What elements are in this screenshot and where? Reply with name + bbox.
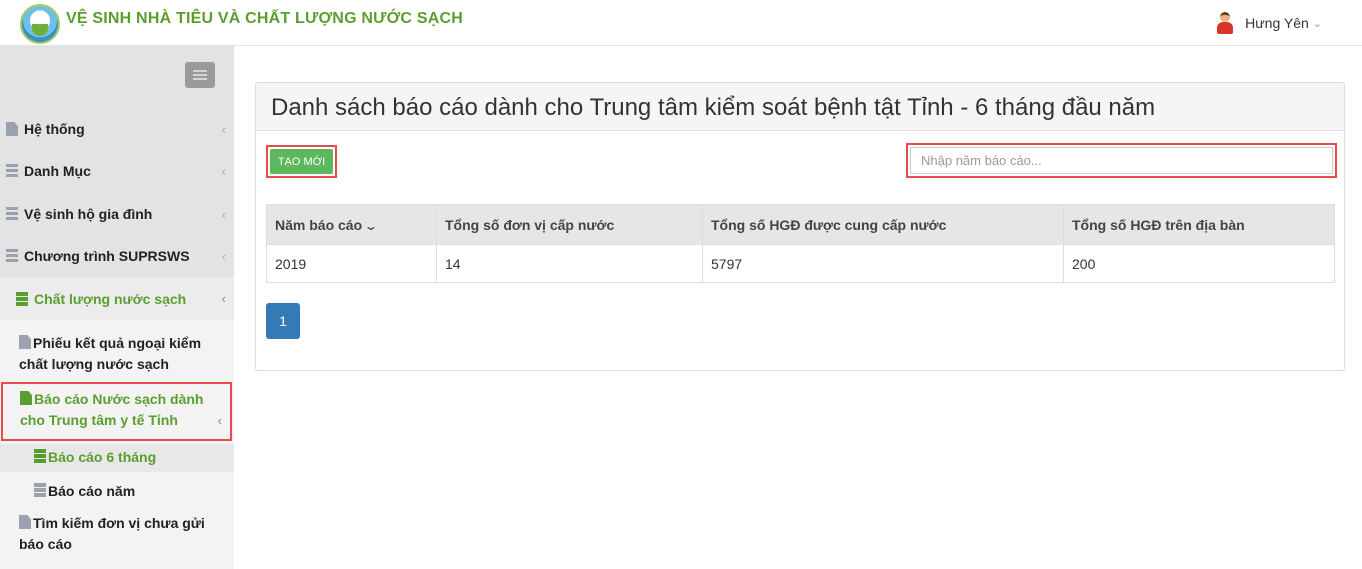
- sidebar-item-chat-luong-nuoc-sach[interactable]: Chất lượng nước sạch ‹: [0, 277, 234, 320]
- cell-households-total: 200: [1063, 244, 1335, 283]
- file-icon: [6, 122, 18, 136]
- page-title: Danh sách báo cáo dành cho Trung tâm kiể…: [271, 94, 1156, 121]
- table-row[interactable]: 2019 14 5797 200: [266, 244, 1335, 283]
- submenu-item-tim-kiem-don-vi[interactable]: Tìm kiếm đơn vị chưa gửi báo cáo: [0, 513, 234, 555]
- report-list-panel: Danh sách báo cáo dành cho Trung tâm kiể…: [255, 82, 1345, 371]
- submenu-item-phieu-ket-qua[interactable]: Phiếu kết quả ngoại kiểm chất lượng nước…: [0, 333, 234, 375]
- top-header: VỆ SINH NHÀ TIÊU VÀ CHẤT LƯỢNG NƯỚC SẠCH…: [0, 0, 1362, 46]
- submenu-item-label: Phiếu kết quả ngoại kiểm chất lượng nước…: [19, 335, 202, 372]
- sidebar-item-label: Chất lượng nước sạch: [34, 290, 187, 307]
- list-icon: [6, 207, 18, 221]
- sidebar-item-label: Vệ sinh hộ gia đình: [24, 206, 153, 222]
- chevron-left-icon: ‹: [221, 291, 226, 306]
- submenu-item-bao-cao-6-thang[interactable]: Báo cáo 6 tháng: [0, 444, 234, 472]
- submenu-item-label: Báo cáo 6 tháng: [48, 449, 157, 465]
- search-box-highlight: [906, 143, 1337, 178]
- cell-water-units: 14: [436, 244, 703, 283]
- chevron-left-icon: ‹: [221, 121, 226, 137]
- sidebar-item-label: Chương trình SUPRSWS: [24, 248, 190, 264]
- app-title: VỆ SINH NHÀ TIÊU VÀ CHẤT LƯỢNG NƯỚC SẠCH: [66, 10, 463, 27]
- server-icon: [16, 291, 28, 306]
- user-name: Hưng Yên: [1245, 15, 1309, 31]
- server-icon: [34, 483, 46, 497]
- sidebar-item-label: Hệ thống: [24, 121, 85, 137]
- list-icon: [6, 164, 18, 178]
- user-avatar-icon: [1215, 12, 1235, 34]
- chevron-down-icon: ⌄: [1312, 17, 1322, 30]
- column-header-report-year[interactable]: Năm báo cáo ⌄: [266, 204, 437, 245]
- submenu-item-label: Tìm kiếm đơn vị chưa gửi báo cáo: [19, 515, 205, 552]
- submenu-item-bao-cao-nuoc-sach[interactable]: Báo cáo Nước sạch dành cho Trung tâm y t…: [1, 382, 232, 441]
- create-new-button[interactable]: TẠO MỚI: [270, 149, 333, 174]
- sidebar-item-ve-sinh-ho-gia-dinh[interactable]: Vệ sinh hộ gia đình ‹: [0, 203, 234, 225]
- file-icon: [19, 515, 31, 529]
- sidebar-item-danh-muc[interactable]: Danh Mục ‹: [0, 160, 234, 182]
- logo-icon: [20, 4, 60, 44]
- report-table: Năm báo cáo ⌄ Tổng số đơn vị cấp nước Tổn…: [266, 204, 1335, 283]
- chevron-left-icon: ‹: [221, 206, 226, 222]
- file-icon: [19, 335, 31, 349]
- sidebar-item-chuong-trinh-suprsws[interactable]: Chương trình SUPRSWS ‹: [0, 245, 234, 267]
- chevron-left-icon: ‹: [221, 248, 226, 264]
- server-icon: [34, 449, 46, 463]
- file-icon: [20, 391, 32, 405]
- sidebar: Hệ thống ‹ Danh Mục ‹ Vệ sinh hộ gia đìn…: [0, 46, 234, 569]
- table-header-row: Năm báo cáo ⌄ Tổng số đơn vị cấp nước Tổn…: [266, 204, 1335, 245]
- sidebar-toggle-button[interactable]: [185, 62, 215, 88]
- panel-header: Danh sách báo cáo dành cho Trung tâm kiể…: [256, 83, 1344, 131]
- cell-report-year: 2019: [266, 244, 437, 283]
- list-icon: [6, 249, 18, 263]
- column-header-households-supplied: Tổng số HGĐ được cung cấp nước: [702, 204, 1064, 245]
- chevron-left-icon: ‹: [217, 413, 222, 428]
- sidebar-item-label: Danh Mục: [24, 163, 91, 179]
- pagination-page-button[interactable]: 1: [266, 303, 300, 339]
- submenu-item-label: Báo cáo năm: [48, 483, 136, 499]
- user-menu[interactable]: Hưng Yên ⌄: [1215, 12, 1322, 34]
- column-header-households-total: Tổng số HGĐ trên địa bàn: [1063, 204, 1335, 245]
- chevron-left-icon: ‹: [221, 163, 226, 179]
- sidebar-item-he-thong[interactable]: Hệ thống ‹: [0, 118, 234, 140]
- create-new-button-highlight: TẠO MỚI: [266, 145, 337, 178]
- report-year-search-input[interactable]: [910, 147, 1333, 174]
- cell-households-supplied: 5797: [702, 244, 1064, 283]
- sort-chevron-down-icon[interactable]: ⌄: [364, 219, 378, 233]
- column-header-water-units: Tổng số đơn vị cấp nước: [436, 204, 703, 245]
- submenu-item-label: Báo cáo Nước sạch dành cho Trung tâm y t…: [20, 391, 204, 428]
- submenu-item-bao-cao-nam[interactable]: Báo cáo năm: [0, 478, 234, 504]
